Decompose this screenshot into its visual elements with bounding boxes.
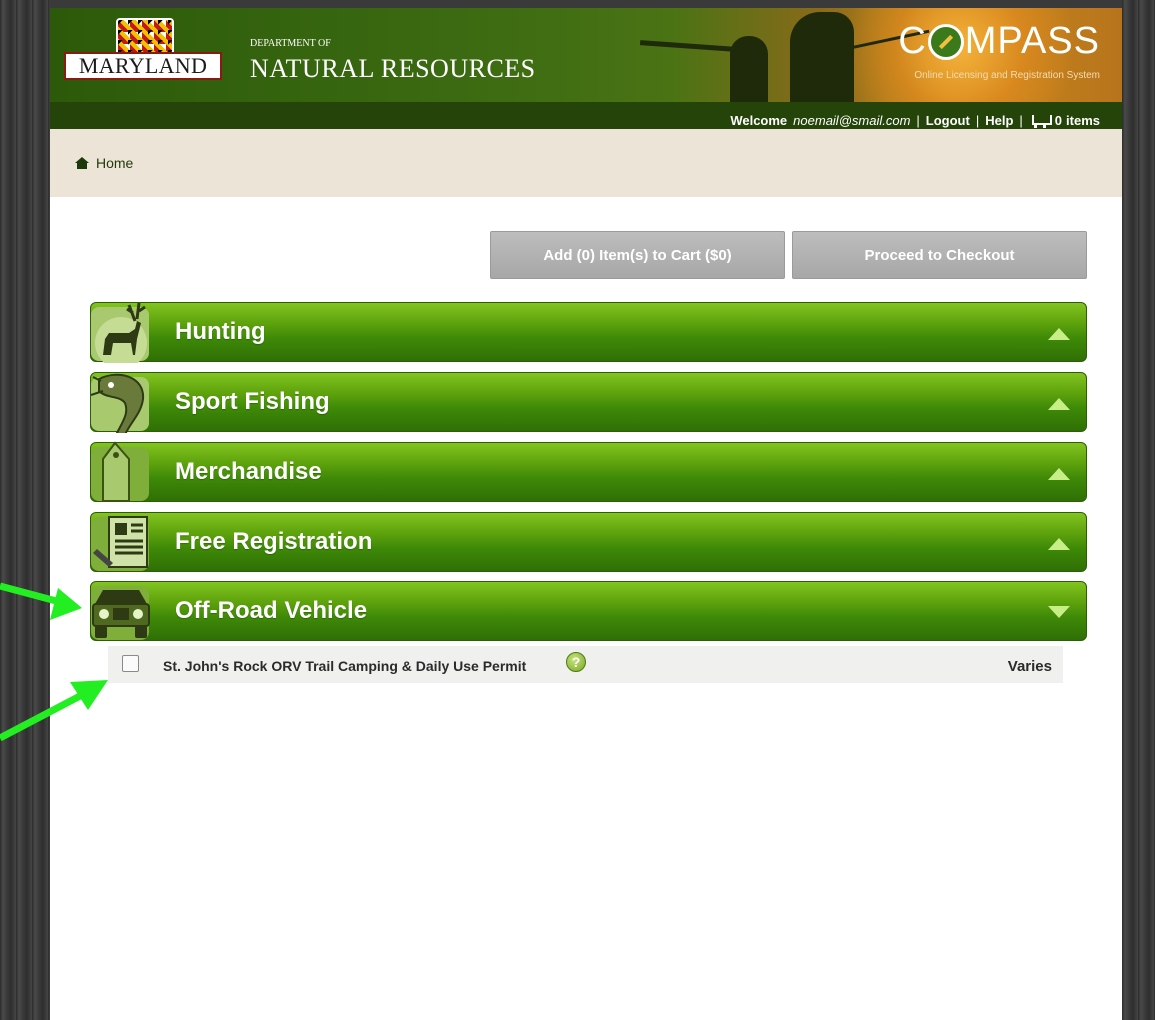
breadcrumb-bar: Home (50, 129, 1122, 197)
category-sport-fishing[interactable]: Sport Fishing (90, 372, 1087, 433)
compass-rose-icon (927, 23, 964, 60)
category-label: Free Registration (175, 528, 373, 555)
breadcrumb[interactable]: Home (75, 155, 133, 171)
category-label: Off-Road Vehicle (175, 597, 368, 624)
expand-arrow-icon (1048, 468, 1070, 480)
fish-icon (90, 373, 149, 433)
help-link[interactable]: Help (985, 113, 1013, 128)
category-off-road-vehicle[interactable]: Off-Road Vehicle (90, 581, 1087, 641)
category-merchandise[interactable]: Merchandise (90, 441, 1087, 502)
category-label: Hunting (175, 318, 266, 345)
right-background-texture (1122, 0, 1155, 1020)
home-icon (75, 157, 89, 169)
nav-separator: | (1019, 113, 1023, 128)
cart-items-label: items (1066, 113, 1100, 128)
logout-link[interactable]: Logout (926, 113, 970, 128)
proceed-to-checkout-button[interactable]: Proceed to Checkout (792, 231, 1087, 279)
arrow-to-category-icon (0, 582, 82, 620)
collapse-arrow-icon (1048, 606, 1070, 618)
item-checkbox[interactable] (122, 655, 139, 672)
expand-arrow-icon (1048, 398, 1070, 410)
department-name: NATURAL RESOURCES (250, 54, 536, 83)
user-email: noemail@smail.com (793, 113, 911, 128)
add-to-cart-button[interactable]: Add (0) Item(s) to Cart ($0) (490, 231, 785, 279)
annotation-arrows (0, 582, 108, 742)
arrow-to-item-checkbox (0, 680, 108, 742)
lower-page-area (50, 762, 1122, 1020)
account-links: Welcome noemail@smail.com | Logout | Hel… (730, 113, 1100, 128)
cart-link[interactable]: 0 items (1029, 113, 1100, 128)
expand-arrow-icon (1048, 328, 1070, 340)
main-content: Add (0) Item(s) to Cart ($0) Proceed to … (50, 197, 1122, 762)
deer-icon (91, 302, 149, 363)
cart-count: 0 (1054, 113, 1063, 128)
breadcrumb-home: Home (96, 155, 134, 171)
expand-arrow-icon (1048, 538, 1070, 550)
maryland-logo[interactable]: MARYLAND (64, 18, 224, 82)
maryland-logo-text: MARYLAND (64, 52, 222, 80)
fisherman-silhouette (790, 12, 854, 102)
help-icon[interactable]: ? (566, 652, 586, 672)
category-free-registration[interactable]: Free Registration (90, 512, 1087, 572)
site-header: MARYLAND DEPARTMENT OF NATURAL RESOURCES… (50, 8, 1122, 102)
nav-separator: | (975, 113, 980, 128)
compass-title-start: C (898, 20, 927, 62)
item-label: St. John's Rock ORV Trail Camping & Dail… (163, 658, 527, 674)
category-hunting[interactable]: Hunting (90, 302, 1087, 363)
item-price: Varies (1007, 658, 1052, 675)
tag-icon (91, 441, 149, 502)
compass-title: C MPASS (898, 20, 1100, 63)
category-label: Sport Fishing (175, 388, 330, 415)
id-card-icon (91, 516, 149, 571)
compass-title-end: MPASS (964, 20, 1100, 62)
department-of-label: DEPARTMENT OF (250, 38, 331, 49)
list-item: St. John's Rock ORV Trail Camping & Dail… (108, 646, 1063, 683)
welcome-label: Welcome (730, 113, 788, 128)
compass-subtitle: Online Licensing and Registration System (914, 70, 1100, 81)
cart-icon (1029, 114, 1052, 128)
account-nav-bar: Welcome noemail@smail.com | Logout | Hel… (50, 102, 1122, 129)
left-background-texture (0, 0, 50, 1020)
category-label: Merchandise (175, 458, 322, 485)
nav-separator: | (916, 113, 920, 128)
